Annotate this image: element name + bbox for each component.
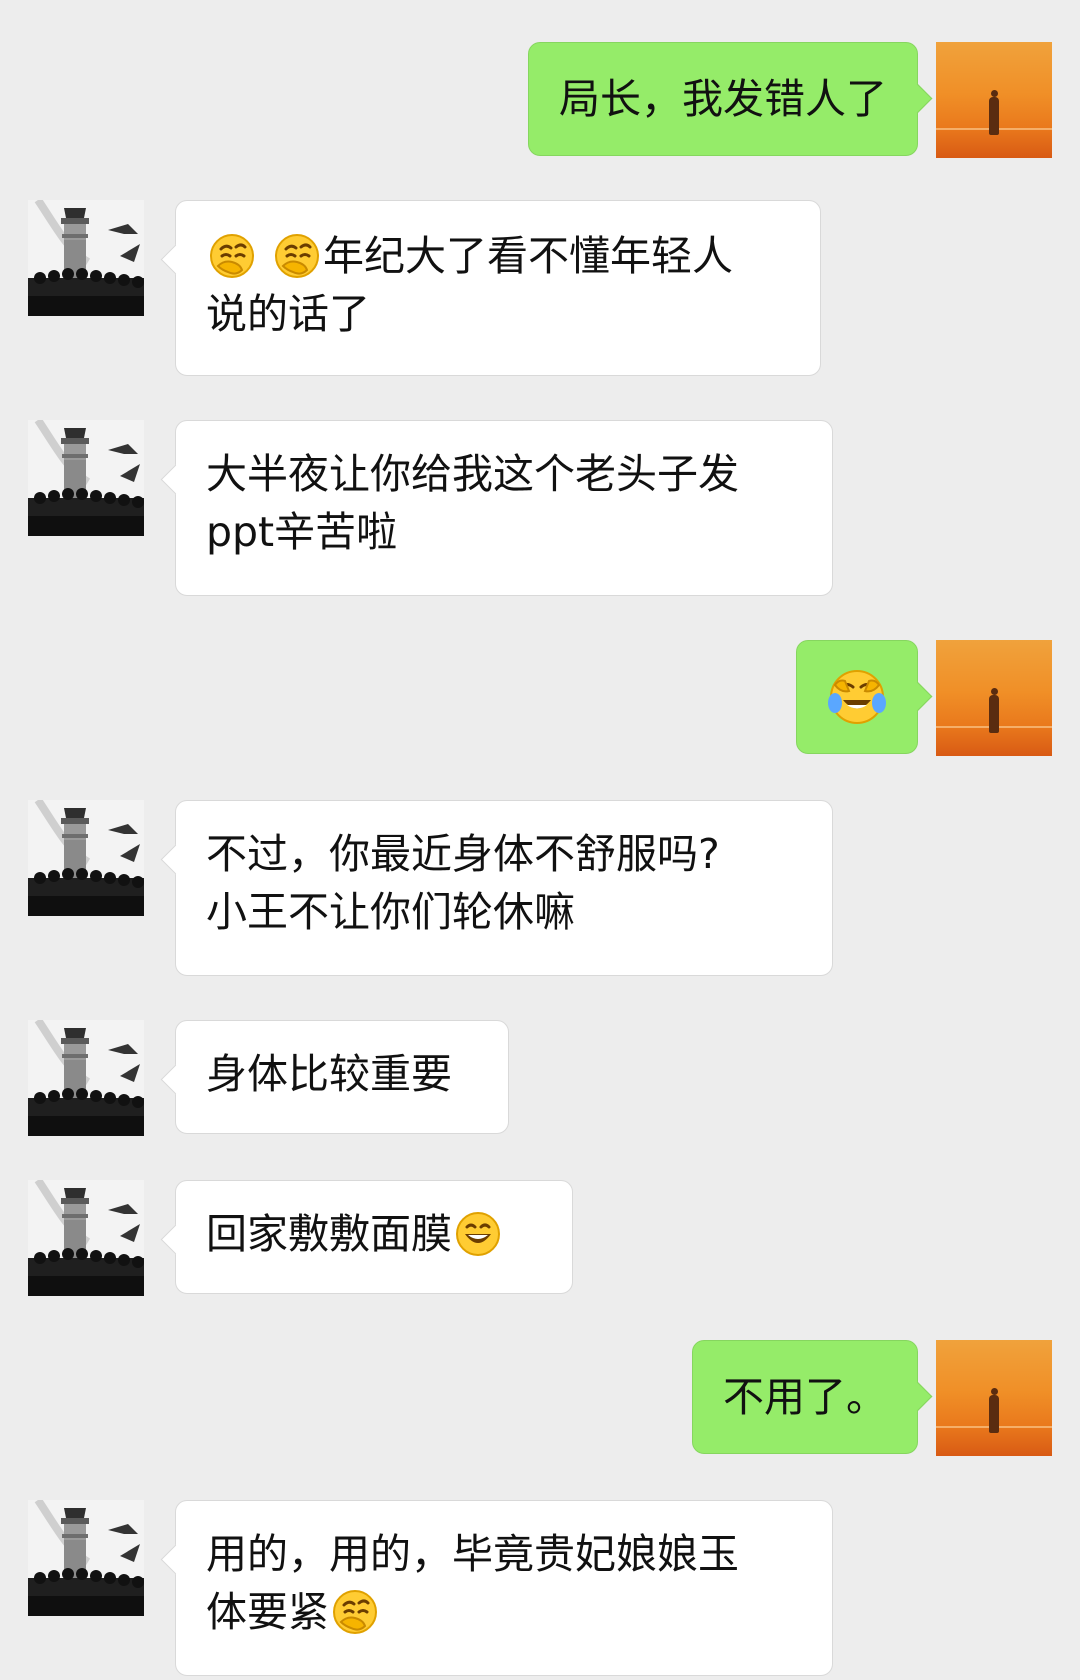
message-row-incoming: 年纪大了看不懂年轻人 说的话了 (0, 200, 1080, 376)
honor-guard-column-avatar[interactable] (28, 1020, 144, 1136)
honor-guard-column-avatar[interactable] (28, 200, 144, 316)
message-text-line2: 说的话了 (206, 290, 370, 338)
message-bubble-outgoing[interactable] (796, 640, 918, 754)
thinking-hand-face-icon (274, 233, 320, 279)
sunset-silhouette-avatar[interactable] (936, 1340, 1052, 1456)
message-row-incoming: 用的，用的，毕竟贵妃娘娘玉 体要紧 (0, 1500, 1080, 1680)
message-text-line1: 年纪大了看不懂年轻人 (323, 232, 734, 280)
message-bubble-incoming[interactable]: 年纪大了看不懂年轻人 说的话了 (175, 200, 821, 376)
thinking-hand-face-icon (332, 1589, 378, 1635)
honor-guard-column-avatar[interactable] (28, 1180, 144, 1296)
message-bubble-outgoing[interactable]: 局长，我发错人了 (528, 42, 918, 156)
sunset-silhouette-avatar[interactable] (936, 42, 1052, 158)
message-text-line2: 体要紧 (206, 1588, 329, 1636)
honor-guard-column-icon (28, 420, 144, 536)
honor-guard-column-icon (28, 1180, 144, 1296)
message-bubble-incoming[interactable]: 用的，用的，毕竟贵妃娘娘玉 体要紧 (175, 1500, 833, 1676)
sunset-silhouette-avatar[interactable] (936, 640, 1052, 756)
honor-guard-column-icon (28, 200, 144, 316)
message-text: 不用了。 (723, 1373, 887, 1421)
silhouette-figure (988, 90, 1000, 136)
honor-guard-column-avatar[interactable] (28, 1500, 144, 1616)
message-bubble-outgoing[interactable]: 不用了。 (692, 1340, 918, 1454)
thinking-hand-face-icon (209, 233, 255, 279)
honor-guard-column-avatar[interactable] (28, 800, 144, 916)
message-text-line1: 大半夜让你给我这个老头子发 (206, 450, 739, 498)
message-row-incoming: 大半夜让你给我这个老头子发 ppt辛苦啦 (0, 420, 1080, 596)
message-row-incoming: 回家敷敷面膜 (0, 1180, 1080, 1296)
message-text: 回家敷敷面膜 (206, 1210, 452, 1258)
message-text-line1: 用的，用的，毕竟贵妃娘娘玉 (206, 1530, 739, 1578)
grinning-face-icon (455, 1211, 501, 1257)
crying-laughing-face-icon (827, 669, 887, 725)
message-bubble-incoming[interactable]: 不过，你最近身体不舒服吗? 小王不让你们轮休嘛 (175, 800, 833, 976)
message-row-incoming: 不过，你最近身体不舒服吗? 小王不让你们轮休嘛 (0, 800, 1080, 976)
message-text: 身体比较重要 (206, 1050, 452, 1098)
silhouette-figure (988, 1388, 1000, 1434)
silhouette-figure (988, 688, 1000, 734)
message-bubble-incoming[interactable]: 大半夜让你给我这个老头子发 ppt辛苦啦 (175, 420, 833, 596)
message-row-outgoing: 局长，我发错人了 (0, 42, 1080, 158)
message-row-outgoing: 不用了。 (0, 1340, 1080, 1456)
message-text-line2: 小王不让你们轮休嘛 (206, 888, 575, 936)
message-text-line1: 不过，你最近身体不舒服吗? (206, 830, 720, 878)
chat-conversation: 局长，我发错人了 年纪大了看不懂年轻人 说的话了 大半夜让你给我这个老头子发 p… (0, 0, 1080, 1680)
honor-guard-column-icon (28, 1020, 144, 1136)
honor-guard-column-icon (28, 1500, 144, 1616)
message-bubble-incoming[interactable]: 回家敷敷面膜 (175, 1180, 573, 1294)
honor-guard-column-icon (28, 800, 144, 916)
honor-guard-column-avatar[interactable] (28, 420, 144, 536)
message-row-outgoing (0, 640, 1080, 756)
message-bubble-incoming[interactable]: 身体比较重要 (175, 1020, 509, 1134)
message-text-line2: ppt辛苦啦 (206, 508, 398, 556)
message-row-incoming: 身体比较重要 (0, 1020, 1080, 1136)
message-text: 局长，我发错人了 (559, 75, 887, 123)
